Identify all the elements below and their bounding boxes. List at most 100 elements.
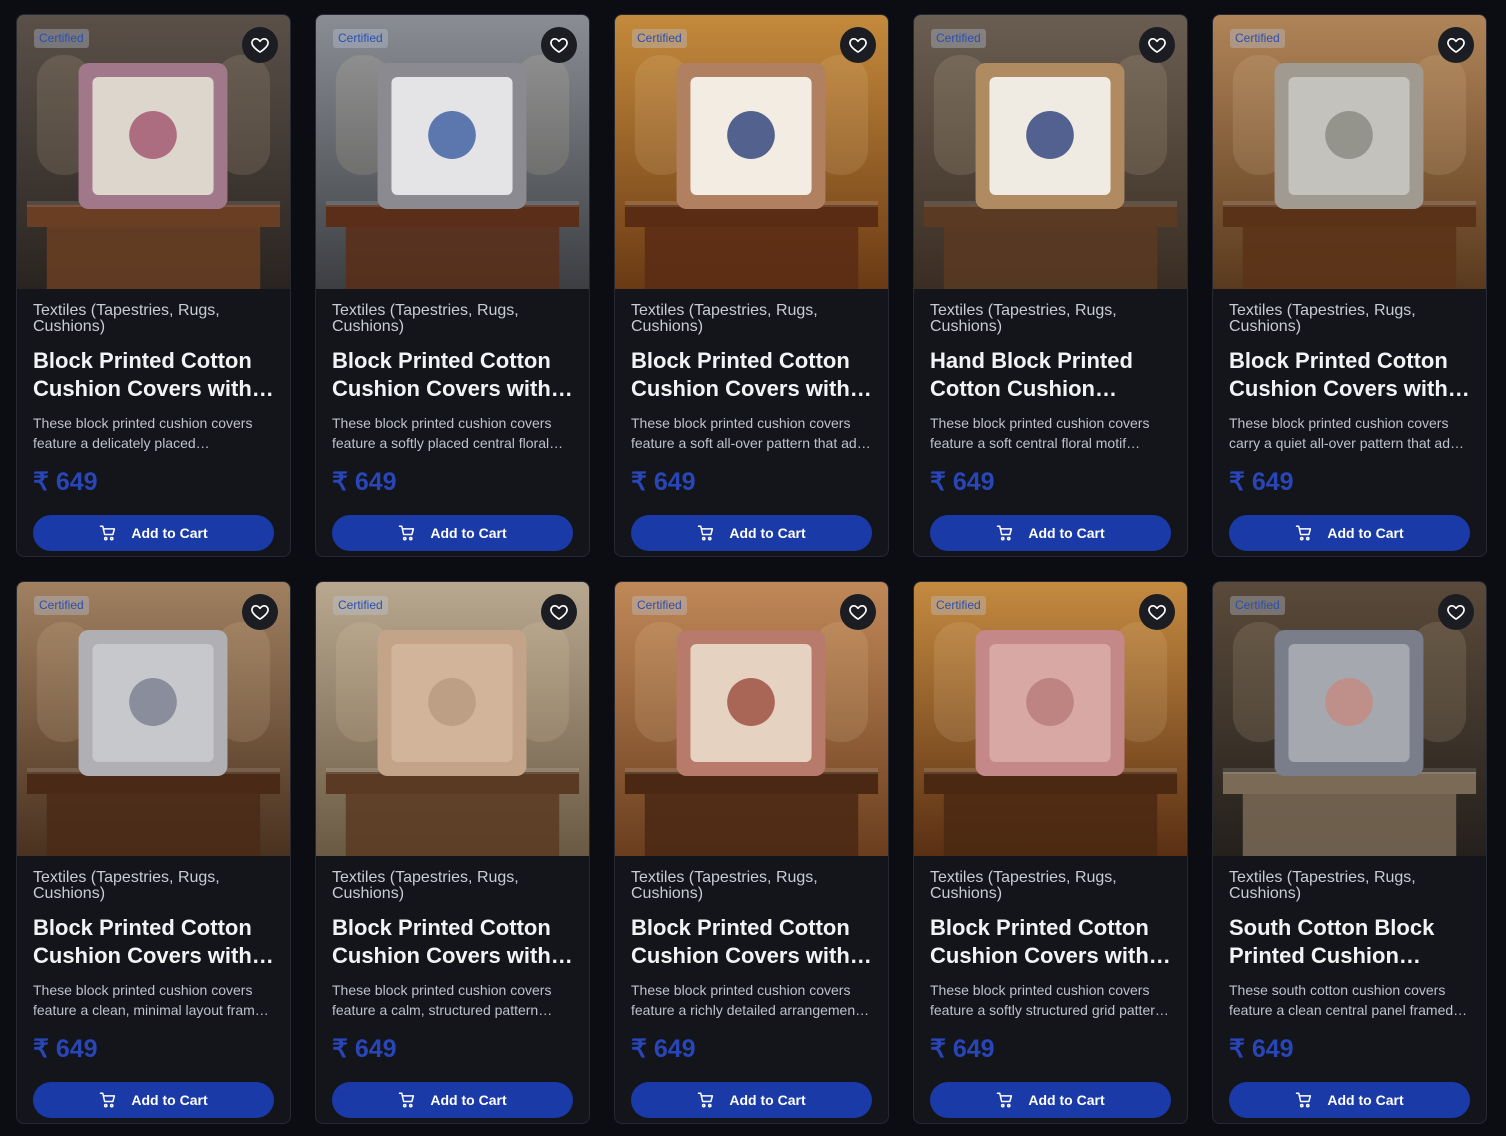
product-description: These south cotton cushion covers featur… <box>1229 982 1454 1018</box>
product-price: ₹ 649 <box>33 468 98 496</box>
add-to-cart-button[interactable]: Add to Cart <box>33 515 274 551</box>
product-card-6[interactable]: Certified Textiles (Tapestries, Rugs, Cu… <box>16 581 291 1124</box>
cart-icon <box>1296 1092 1312 1108</box>
product-price: ₹ 649 <box>332 1035 397 1063</box>
product-price: ₹ 649 <box>930 1035 995 1063</box>
favorite-button[interactable] <box>1139 27 1175 63</box>
product-image[interactable]: Certified <box>17 15 290 289</box>
product-price: ₹ 649 <box>631 468 696 496</box>
add-to-cart-button[interactable]: Add to Cart <box>930 515 1171 551</box>
add-to-cart-label: Add to Cart <box>1028 1092 1105 1108</box>
favorite-button[interactable] <box>1438 27 1474 63</box>
product-description: These block printed cushion covers featu… <box>631 415 872 451</box>
heart-icon <box>251 38 269 53</box>
product-image[interactable]: Certified <box>316 15 589 289</box>
certified-badge: Certified <box>333 29 388 48</box>
product-description: These block printed cushion covers featu… <box>332 415 552 451</box>
add-to-cart-label: Add to Cart <box>131 525 208 541</box>
product-price: ₹ 649 <box>930 468 995 496</box>
favorite-button[interactable] <box>242 594 278 630</box>
certified-badge: Certified <box>632 596 687 615</box>
add-to-cart-label: Add to Cart <box>729 525 806 541</box>
product-description: These block printed cushion covers featu… <box>33 415 253 451</box>
favorite-button[interactable] <box>840 594 876 630</box>
heart-icon <box>550 605 568 620</box>
product-description: These block printed cushion covers carry… <box>1229 415 1465 451</box>
product-title[interactable]: Block Printed Cotton Cushion Covers with… <box>631 347 872 403</box>
product-image[interactable]: Certified <box>1213 15 1486 289</box>
add-to-cart-label: Add to Cart <box>131 1092 208 1108</box>
add-to-cart-button[interactable]: Add to Cart <box>332 1082 573 1118</box>
product-description: These block printed cushion covers featu… <box>33 982 271 1018</box>
product-card-1[interactable]: Certified Textiles (Tapestries, Rugs, Cu… <box>16 14 291 557</box>
product-category: Textiles (Tapestries, Rugs, Cushions) <box>631 869 818 902</box>
product-image[interactable]: Certified <box>615 582 888 856</box>
certified-badge: Certified <box>632 29 687 48</box>
product-category: Textiles (Tapestries, Rugs, Cushions) <box>930 869 1117 902</box>
favorite-button[interactable] <box>541 594 577 630</box>
add-to-cart-button[interactable]: Add to Cart <box>930 1082 1171 1118</box>
favorite-button[interactable] <box>840 27 876 63</box>
cart-icon <box>997 1092 1013 1108</box>
product-card-8[interactable]: Certified Textiles (Tapestries, Rugs, Cu… <box>614 581 889 1124</box>
product-title[interactable]: South Cotton Block Printed Cushion Cover… <box>1229 914 1470 970</box>
add-to-cart-button[interactable]: Add to Cart <box>1229 1082 1470 1118</box>
heart-icon <box>1148 605 1166 620</box>
add-to-cart-button[interactable]: Add to Cart <box>631 515 872 551</box>
product-image[interactable]: Certified <box>17 582 290 856</box>
product-price: ₹ 649 <box>1229 468 1294 496</box>
product-card-4[interactable]: Certified Textiles (Tapestries, Rugs, Cu… <box>913 14 1188 557</box>
certified-badge: Certified <box>931 596 986 615</box>
add-to-cart-label: Add to Cart <box>1028 525 1105 541</box>
certified-badge: Certified <box>34 29 89 48</box>
favorite-button[interactable] <box>1438 594 1474 630</box>
product-title[interactable]: Block Printed Cotton Cushion Covers with… <box>33 914 274 970</box>
product-title[interactable]: Block Printed Cotton Cushion Covers with… <box>33 347 274 403</box>
heart-icon <box>550 38 568 53</box>
product-card-7[interactable]: Certified Textiles (Tapestries, Rugs, Cu… <box>315 581 590 1124</box>
product-description: These block printed cushion covers featu… <box>631 982 860 1018</box>
product-card-3[interactable]: Certified Textiles (Tapestries, Rugs, Cu… <box>614 14 889 557</box>
card-body: Textiles (Tapestries, Rugs, Cushions) Bl… <box>1213 289 1486 551</box>
product-card-5[interactable]: Certified Textiles (Tapestries, Rugs, Cu… <box>1212 14 1487 557</box>
product-title[interactable]: Block Printed Cotton Cushion Covers with… <box>332 347 573 403</box>
product-image[interactable]: Certified <box>914 15 1187 289</box>
product-price: ₹ 649 <box>33 1035 98 1063</box>
product-category: Textiles (Tapestries, Rugs, Cushions) <box>33 302 220 335</box>
product-card-2[interactable]: Certified Textiles (Tapestries, Rugs, Cu… <box>315 14 590 557</box>
add-to-cart-button[interactable]: Add to Cart <box>1229 515 1470 551</box>
favorite-button[interactable] <box>1139 594 1175 630</box>
product-category: Textiles (Tapestries, Rugs, Cushions) <box>332 869 519 902</box>
product-card-9[interactable]: Certified Textiles (Tapestries, Rugs, Cu… <box>913 581 1188 1124</box>
product-title[interactable]: Block Printed Cotton Cushion Covers with… <box>930 914 1171 970</box>
product-title[interactable]: Block Printed Cotton Cushion Covers with… <box>1229 347 1470 403</box>
cart-icon <box>100 525 116 541</box>
add-to-cart-button[interactable]: Add to Cart <box>631 1082 872 1118</box>
card-body: Textiles (Tapestries, Rugs, Cushions) Bl… <box>316 856 589 1118</box>
certified-badge: Certified <box>34 596 89 615</box>
product-image[interactable]: Certified <box>316 582 589 856</box>
add-to-cart-label: Add to Cart <box>430 1092 507 1108</box>
product-image[interactable]: Certified <box>615 15 888 289</box>
product-price: ₹ 649 <box>332 468 397 496</box>
favorite-button[interactable] <box>541 27 577 63</box>
product-title[interactable]: Block Printed Cotton Cushion Covers with… <box>631 914 872 970</box>
product-image[interactable]: Certified <box>914 582 1187 856</box>
heart-icon <box>1148 38 1166 53</box>
product-image[interactable]: Certified <box>1213 582 1486 856</box>
product-title[interactable]: Hand Block Printed Cotton Cushion Covers <box>930 347 1171 403</box>
product-card-10[interactable]: Certified Textiles (Tapestries, Rugs, Cu… <box>1212 581 1487 1124</box>
add-to-cart-button[interactable]: Add to Cart <box>33 1082 274 1118</box>
product-title[interactable]: Block Printed Cotton Cushion Covers with… <box>332 914 573 970</box>
favorite-button[interactable] <box>242 27 278 63</box>
heart-icon <box>849 605 867 620</box>
add-to-cart-button[interactable]: Add to Cart <box>332 515 573 551</box>
certified-badge: Certified <box>931 29 986 48</box>
product-grid: Certified Textiles (Tapestries, Rugs, Cu… <box>0 0 1506 1124</box>
product-category: Textiles (Tapestries, Rugs, Cushions) <box>332 302 519 335</box>
cart-icon <box>698 1092 714 1108</box>
product-category: Textiles (Tapestries, Rugs, Cushions) <box>1229 302 1416 335</box>
card-body: Textiles (Tapestries, Rugs, Cushions) Ha… <box>914 289 1187 551</box>
card-body: Textiles (Tapestries, Rugs, Cushions) Bl… <box>316 289 589 551</box>
cart-icon <box>698 525 714 541</box>
